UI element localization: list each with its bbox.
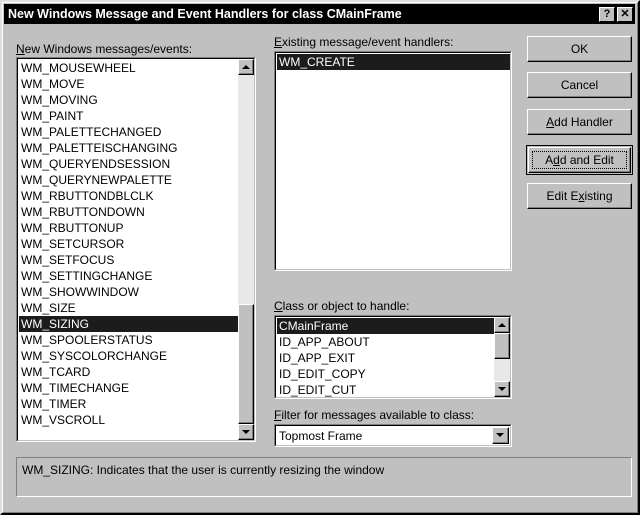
- handlers-list-item[interactable]: WM_CREATE: [277, 54, 510, 70]
- class-scrollbar-thumb[interactable]: [494, 333, 510, 359]
- messages-list-label: New Windows messages/events:: [16, 42, 192, 56]
- messages-list-item[interactable]: WM_RBUTTONDOWN: [19, 204, 240, 220]
- messages-scroll-down-button[interactable]: [238, 424, 254, 440]
- class-scroll-up-button[interactable]: [494, 317, 510, 333]
- filter-combo-frame: Topmost Frame: [275, 425, 511, 446]
- messages-list-item[interactable]: WM_QUERYNEWPALETTE: [19, 172, 240, 188]
- arrow-up-icon: [497, 322, 506, 327]
- class-scrollbar[interactable]: [494, 317, 510, 397]
- messages-list-item[interactable]: WM_TCARD: [19, 364, 240, 380]
- class-list-item[interactable]: ID_EDIT_COPY: [277, 366, 496, 382]
- class-scroll-down-button[interactable]: [494, 381, 510, 397]
- add-handler-button-label: Add Handler: [546, 115, 613, 129]
- class-listbox-items[interactable]: CMainFrame ID_APP_ABOUT ID_APP_EXIT ID_EDIT…: [277, 318, 496, 397]
- messages-list-item[interactable]: WM_MOVING: [19, 92, 240, 108]
- handlers-listbox-items[interactable]: WM_CREATE: [277, 54, 510, 269]
- handlers-list-label: Existing message/event handlers:: [274, 35, 453, 49]
- messages-list-item[interactable]: WM_SPOOLERSTATUS: [19, 332, 240, 348]
- class-list-label-rest: lass or object to handle:: [282, 299, 410, 313]
- class-list-item[interactable]: ID_APP_ABOUT: [277, 334, 496, 350]
- messages-list-item[interactable]: WM_VSCROLL: [19, 412, 240, 428]
- arrow-down-icon: [241, 429, 250, 434]
- add-and-edit-button-label: Add and Edit: [545, 153, 614, 167]
- filter-combo-label: Filter for messages available to class:: [274, 408, 474, 422]
- messages-list-item[interactable]: WM_SIZE: [19, 300, 240, 316]
- handlers-list-label-accel: E: [274, 35, 283, 49]
- messages-list-item[interactable]: WM_SYSCOLORCHANGE: [19, 348, 240, 364]
- messages-list-item[interactable]: WM_SETCURSOR: [19, 236, 240, 252]
- add-handler-button[interactable]: Add Handler: [527, 109, 632, 135]
- messages-list-item[interactable]: WM_PALETTEISCHANGING: [19, 140, 240, 156]
- messages-listbox[interactable]: WM_MOUSEWHEEL WM_MOVE WM_MOVING WM_PAINT WM_…: [16, 57, 256, 442]
- edit-existing-button-label: Edit Existing: [546, 189, 613, 203]
- filter-combo-label-rest: ilter for messages available to class:: [281, 408, 475, 422]
- ok-button-label: OK: [570, 42, 589, 56]
- messages-scroll-up-button[interactable]: [238, 59, 254, 75]
- filter-combo-dropdown-button[interactable]: [492, 427, 509, 444]
- title-bar[interactable]: New Windows Message and Event Handlers f…: [4, 4, 635, 24]
- class-list-label-accel: C: [274, 299, 283, 313]
- class-list-label: Class or object to handle:: [274, 299, 409, 313]
- cancel-button-label: Cancel: [560, 78, 599, 92]
- status-message: WM_SIZING: Indicates that the user is cu…: [22, 463, 385, 477]
- arrow-up-icon: [241, 64, 250, 69]
- messages-listbox-frame: WM_MOUSEWHEEL WM_MOVE WM_MOVING WM_PAINT WM_…: [17, 58, 255, 441]
- filter-combo[interactable]: Topmost Frame: [274, 424, 512, 447]
- chevron-down-icon: [496, 433, 504, 437]
- dialog-window: New Windows Message and Event Handlers f…: [0, 0, 640, 515]
- cancel-button[interactable]: Cancel: [527, 72, 632, 98]
- ok-button[interactable]: OK: [527, 36, 632, 62]
- title-bar-buttons: ? ✕: [599, 6, 635, 22]
- add-and-edit-button[interactable]: Add and Edit: [528, 147, 631, 173]
- class-listbox-frame: CMainFrame ID_APP_ABOUT ID_APP_EXIT ID_EDIT…: [275, 316, 511, 398]
- messages-list-item[interactable]: WM_SIZING: [19, 316, 240, 332]
- status-panel: WM_SIZING: Indicates that the user is cu…: [16, 457, 632, 497]
- messages-list-item[interactable]: WM_RBUTTONDBLCLK: [19, 188, 240, 204]
- messages-list-item[interactable]: WM_TIMER: [19, 396, 240, 412]
- window-title: New Windows Message and Event Handlers f…: [8, 7, 402, 21]
- handlers-listbox-frame: WM_CREATE: [275, 52, 511, 270]
- close-icon[interactable]: ✕: [617, 6, 633, 22]
- messages-list-item[interactable]: WM_PAINT: [19, 108, 240, 124]
- messages-listbox-items[interactable]: WM_MOUSEWHEEL WM_MOVE WM_MOVING WM_PAINT WM_…: [19, 60, 240, 440]
- messages-list-item[interactable]: WM_SHOWWINDOW: [19, 284, 240, 300]
- messages-list-item[interactable]: WM_MOVE: [19, 76, 240, 92]
- class-listbox[interactable]: CMainFrame ID_APP_ABOUT ID_APP_EXIT ID_EDIT…: [274, 315, 512, 399]
- messages-list-item[interactable]: WM_RBUTTONUP: [19, 220, 240, 236]
- filter-combo-value: Topmost Frame: [279, 428, 363, 443]
- help-icon[interactable]: ?: [599, 6, 615, 22]
- messages-list-item[interactable]: WM_TIMECHANGE: [19, 380, 240, 396]
- arrow-down-icon: [497, 386, 506, 391]
- messages-list-item[interactable]: WM_SETFOCUS: [19, 252, 240, 268]
- messages-scrollbar-thumb[interactable]: [238, 304, 254, 424]
- messages-list-label-rest: ew Windows messages/events:: [24, 42, 193, 56]
- add-and-edit-button-default-frame: Add and Edit: [526, 145, 633, 175]
- messages-list-item[interactable]: WM_PALETTECHANGED: [19, 124, 240, 140]
- messages-list-item[interactable]: WM_QUERYENDSESSION: [19, 156, 240, 172]
- class-list-item[interactable]: CMainFrame: [277, 318, 496, 334]
- class-list-item[interactable]: ID_EDIT_CUT: [277, 382, 496, 397]
- messages-list-item[interactable]: WM_MOUSEWHEEL: [19, 60, 240, 76]
- class-list-item[interactable]: ID_APP_EXIT: [277, 350, 496, 366]
- handlers-list-label-rest: xisting message/event handlers:: [282, 35, 454, 49]
- handlers-listbox[interactable]: WM_CREATE: [274, 51, 512, 271]
- messages-list-label-accel: N: [16, 42, 25, 56]
- edit-existing-button[interactable]: Edit Existing: [527, 183, 632, 209]
- messages-list-item[interactable]: WM_SETTINGCHANGE: [19, 268, 240, 284]
- messages-scrollbar[interactable]: [238, 59, 254, 440]
